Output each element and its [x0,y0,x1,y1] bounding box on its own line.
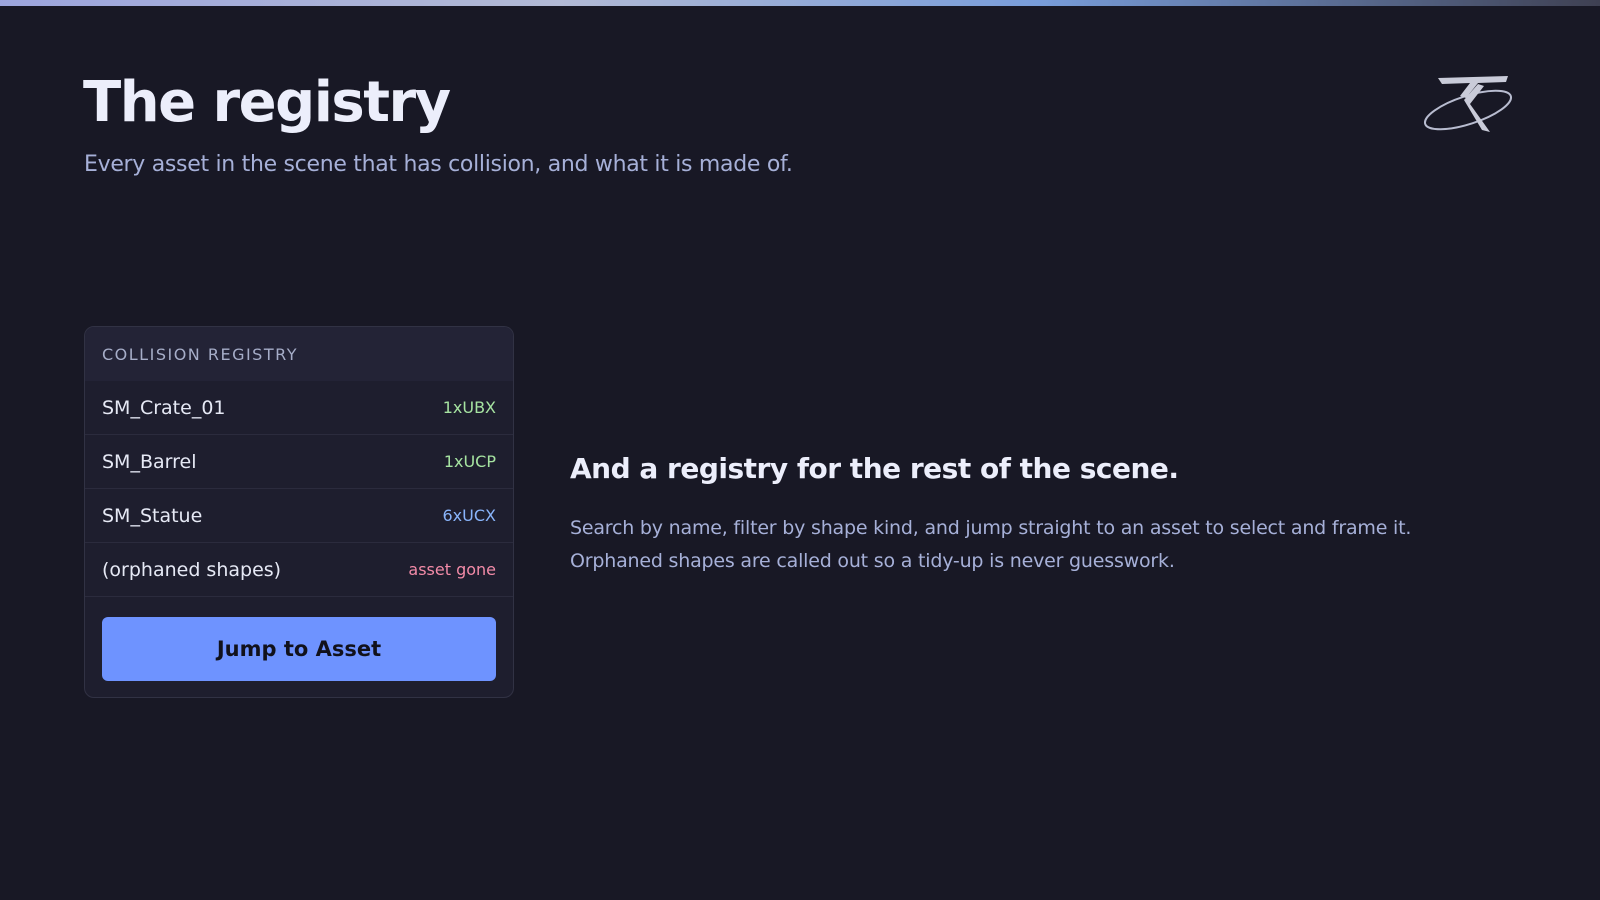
feature-description-line: Orphaned shapes are called out so a tidy… [570,550,1175,572]
asset-name: SM_Crate_01 [102,396,226,419]
shape-tag: 6xUCX [442,506,497,525]
asset-name: SM_Statue [102,504,203,527]
jump-to-asset-button[interactable]: Jump to Asset [102,617,496,681]
shape-tag: 1xUCP [443,452,496,471]
feature-description-line: Search by name, filter by shape kind, an… [570,517,1412,539]
asset-name: SM_Barrel [102,450,197,473]
feature-title: And a registry for the rest of the scene… [570,452,1179,485]
registry-header: COLLISION REGISTRY [85,327,513,381]
registry-row[interactable]: SM_Barrel 1xUCP [85,435,513,489]
asset-name: (orphaned shapes) [102,558,282,581]
feature-description: Search by name, filter by shape kind, an… [570,512,1470,578]
logo-icon [1420,70,1520,140]
shape-tag: 1xUBX [442,398,496,417]
registry-row[interactable]: SM_Statue 6xUCX [85,489,513,543]
registry-row[interactable]: SM_Crate_01 1xUBX [85,381,513,435]
page-subtitle: Every asset in the scene that has collis… [84,152,793,177]
page-title: The registry [83,70,451,135]
registry-row[interactable]: (orphaned shapes) asset gone [85,543,513,597]
top-gradient-bar [0,0,1600,6]
shape-tag: asset gone [408,560,496,579]
collision-registry-panel: COLLISION REGISTRY SM_Crate_01 1xUBX SM_Ba… [84,326,514,698]
